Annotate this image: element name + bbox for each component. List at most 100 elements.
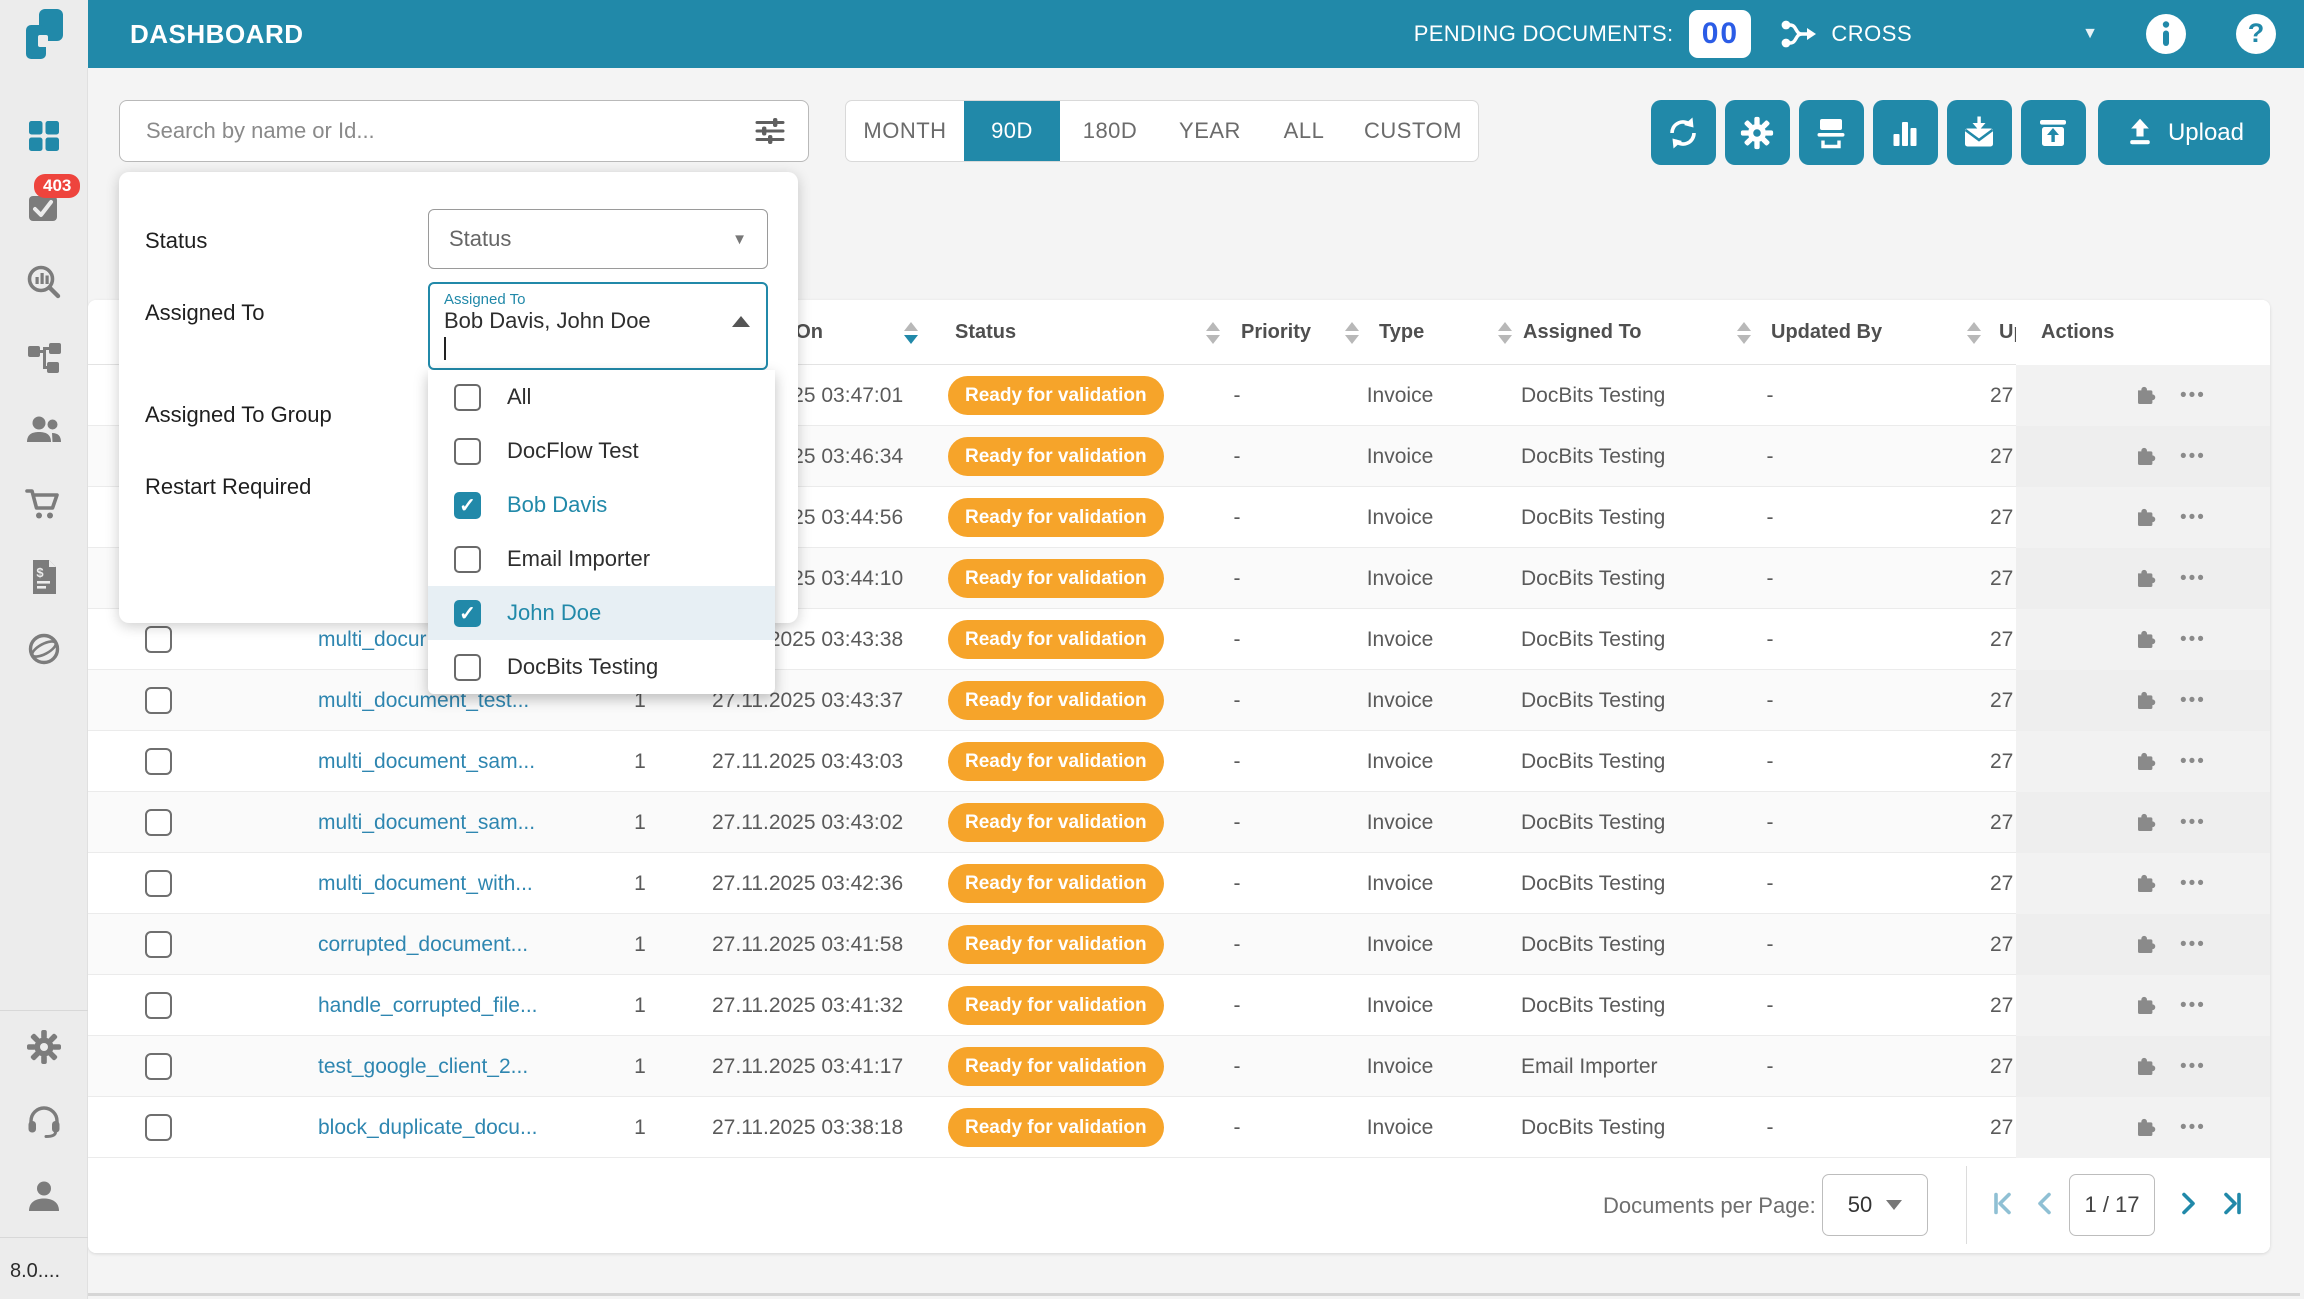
sidebar-item-support[interactable]	[25, 1102, 63, 1140]
row-more-button[interactable]: •••	[2180, 751, 2206, 773]
plugin-icon[interactable]	[2134, 506, 2158, 530]
checked-checkbox[interactable]: ✓	[454, 600, 481, 627]
checked-checkbox[interactable]: ✓	[454, 492, 481, 519]
dropdown-option[interactable]: Email Importer	[428, 532, 775, 586]
plugin-icon[interactable]	[2134, 1116, 2158, 1140]
prev-page-button[interactable]	[2032, 1189, 2060, 1222]
plugin-icon[interactable]	[2134, 689, 2158, 713]
document-name-link[interactable]: block_duplicate_docu...	[318, 1097, 538, 1158]
next-page-button[interactable]	[2173, 1189, 2201, 1222]
header-type[interactable]: Type	[1379, 300, 1424, 365]
sort-priority[interactable]	[1339, 300, 1365, 365]
sidebar-item-integrations[interactable]	[25, 630, 63, 668]
plugin-icon[interactable]	[2134, 628, 2158, 652]
mail-import-button[interactable]	[1947, 100, 2012, 165]
row-checkbox[interactable]	[145, 870, 172, 897]
sort-status[interactable]	[1200, 300, 1226, 365]
tab-year[interactable]: YEAR	[1160, 101, 1260, 161]
search-input[interactable]	[144, 117, 752, 145]
per-page-select[interactable]: 50	[1822, 1174, 1928, 1236]
plugin-icon[interactable]	[2134, 933, 2158, 957]
plugin-icon[interactable]	[2134, 872, 2158, 896]
dropdown-option[interactable]: ✓John Doe	[428, 586, 775, 640]
upload-button[interactable]: Upload	[2098, 100, 2270, 165]
help-icon[interactable]: ?	[2234, 12, 2278, 56]
unchecked-checkbox[interactable]	[454, 546, 481, 573]
document-name-link[interactable]: handle_corrupted_file...	[318, 975, 538, 1036]
export-button[interactable]	[2021, 100, 2086, 165]
info-icon[interactable]	[2144, 12, 2188, 56]
header-assigned-to[interactable]: Assigned To	[1523, 300, 1642, 365]
unchecked-checkbox[interactable]	[454, 438, 481, 465]
horizontal-scrollbar[interactable]	[88, 1293, 2300, 1296]
plugin-icon[interactable]	[2134, 811, 2158, 835]
workspace-name[interactable]: CROSS	[1831, 21, 1912, 47]
header-updated-by[interactable]: Updated By	[1771, 300, 1882, 365]
row-checkbox[interactable]	[145, 1053, 172, 1080]
row-more-button[interactable]: •••	[2180, 1117, 2206, 1139]
sort-type[interactable]	[1492, 300, 1518, 365]
plugin-icon[interactable]	[2134, 384, 2158, 408]
sort-updated-by[interactable]	[1961, 300, 1987, 365]
row-more-button[interactable]: •••	[2180, 507, 2206, 529]
refresh-button[interactable]	[1651, 100, 1716, 165]
unchecked-checkbox[interactable]	[454, 654, 481, 681]
dropdown-option[interactable]: All	[428, 370, 775, 424]
last-page-button[interactable]	[2216, 1189, 2244, 1222]
document-name-link[interactable]: multi_document_with...	[318, 853, 533, 914]
row-more-button[interactable]: •••	[2180, 629, 2206, 651]
first-page-button[interactable]	[1991, 1189, 2019, 1222]
row-more-button[interactable]: •••	[2180, 812, 2206, 834]
tab-all[interactable]: ALL	[1260, 101, 1348, 161]
sidebar-item-users[interactable]	[25, 410, 63, 448]
analytics-button[interactable]	[1873, 100, 1938, 165]
unchecked-checkbox[interactable]	[454, 384, 481, 411]
row-checkbox[interactable]	[145, 687, 172, 714]
plugin-icon[interactable]	[2134, 445, 2158, 469]
document-name-link[interactable]: test_google_client_2...	[318, 1036, 528, 1097]
dropdown-option[interactable]: DocBits Testing	[428, 640, 775, 694]
workspace-caret-icon[interactable]: ▼	[2082, 25, 2098, 43]
tab-month[interactable]: MONTH	[846, 101, 964, 161]
sidebar-item-search-analytics[interactable]	[25, 264, 63, 302]
document-name-link[interactable]: multi_document_sam...	[318, 792, 535, 853]
row-checkbox[interactable]	[145, 748, 172, 775]
sort-assigned-to[interactable]	[1731, 300, 1757, 365]
dropdown-option[interactable]: ✓Bob Davis	[428, 478, 775, 532]
sidebar-item-purchase-orders[interactable]	[25, 485, 63, 523]
assigned-to-multiselect[interactable]: Assigned To Bob Davis, John Doe	[428, 282, 768, 370]
document-name-link[interactable]: multi_document_sam...	[318, 731, 535, 792]
row-more-button[interactable]: •••	[2180, 934, 2206, 956]
row-checkbox[interactable]	[145, 931, 172, 958]
document-name-link[interactable]: corrupted_document...	[318, 914, 528, 975]
header-status[interactable]: Status	[955, 300, 1016, 365]
tab-custom[interactable]: CUSTOM	[1348, 101, 1478, 161]
row-checkbox[interactable]	[145, 626, 172, 653]
status-select[interactable]: Status ▼	[428, 209, 768, 269]
plugin-icon[interactable]	[2134, 1055, 2158, 1079]
sidebar-item-profile[interactable]	[25, 1177, 63, 1215]
row-more-button[interactable]: •••	[2180, 446, 2206, 468]
row-more-button[interactable]: •••	[2180, 690, 2206, 712]
tab-180d[interactable]: 180D	[1060, 101, 1160, 161]
chevron-up-icon[interactable]	[732, 316, 750, 327]
sidebar-item-invoices[interactable]: $	[25, 558, 63, 596]
sidebar-item-workflow[interactable]	[25, 338, 63, 376]
row-more-button[interactable]: •••	[2180, 1056, 2206, 1078]
row-more-button[interactable]: •••	[2180, 385, 2206, 407]
dropdown-option[interactable]: DocFlow Test	[428, 424, 775, 478]
plugin-icon[interactable]	[2134, 567, 2158, 591]
row-checkbox[interactable]	[145, 1114, 172, 1141]
sidebar-item-dashboard[interactable]	[25, 117, 63, 155]
dashboard-settings-button[interactable]	[1725, 100, 1790, 165]
scanner-button[interactable]	[1799, 100, 1864, 165]
tune-filter-icon[interactable]	[752, 113, 788, 149]
header-priority[interactable]: Priority	[1241, 300, 1311, 365]
row-checkbox[interactable]	[145, 809, 172, 836]
row-more-button[interactable]: •••	[2180, 568, 2206, 590]
row-more-button[interactable]: •••	[2180, 873, 2206, 895]
row-more-button[interactable]: •••	[2180, 995, 2206, 1017]
plugin-icon[interactable]	[2134, 994, 2158, 1018]
plugin-icon[interactable]	[2134, 750, 2158, 774]
sort-uploaded-on[interactable]	[898, 300, 924, 365]
